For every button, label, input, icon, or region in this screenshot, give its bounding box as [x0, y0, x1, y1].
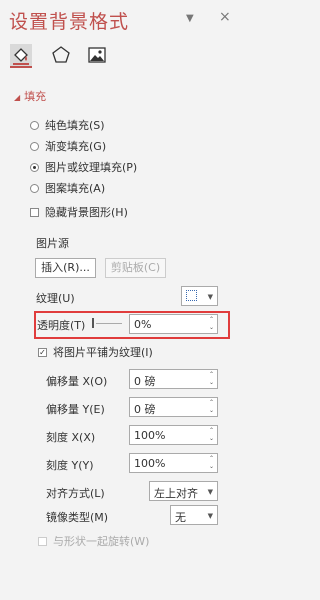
chevron-down-icon: ▼: [207, 293, 213, 301]
dropdown-value: 左上对齐: [154, 487, 198, 500]
offset-x-label: 偏移量 X(O): [46, 375, 108, 388]
radio-label: 图片或纹理填充(P): [45, 161, 138, 174]
picture-source-label: 图片源: [36, 237, 69, 250]
checkbox-rotate-with-shape[interactable]: 与形状一起旋转(W): [38, 533, 149, 549]
scale-y-spinner[interactable]: 100% ⌃ ⌄: [129, 453, 218, 473]
dropdown-value: 无: [175, 511, 186, 524]
texture-picker[interactable]: ▼: [181, 286, 218, 306]
spinner-arrows-icon[interactable]: ⌃ ⌄: [209, 427, 214, 443]
radio-circle: [30, 141, 39, 151]
radio-circle: [30, 183, 39, 193]
checkbox-label: 与形状一起旋转(W): [53, 535, 150, 548]
collapse-triangle-icon: ◢: [14, 93, 21, 102]
checkbox-tile-texture[interactable]: ✓ 将图片平铺为纹理(I): [38, 344, 153, 360]
spinner-arrows-icon[interactable]: ⌃ ⌄: [209, 455, 214, 471]
offset-y-spinner[interactable]: 0 磅 ⌃ ⌄: [129, 397, 218, 417]
section-fill-header[interactable]: ◢ 填充: [14, 88, 46, 104]
section-fill-label: 填充: [24, 90, 47, 103]
clipboard-button[interactable]: 剪贴板(C): [105, 258, 166, 278]
alignment-label: 对齐方式(L): [46, 487, 105, 500]
spinner-value: 0%: [134, 318, 152, 331]
offset-x-spinner[interactable]: 0 磅 ⌃ ⌄: [129, 369, 218, 389]
radio-solid-fill[interactable]: 纯色填充(S): [30, 117, 105, 133]
checkbox-box: ✓: [38, 347, 47, 357]
radio-label: 渐变填充(G): [45, 140, 107, 153]
radio-picture-fill[interactable]: 图片或纹理填充(P): [30, 159, 137, 175]
transparency-slider-thumb[interactable]: [92, 318, 94, 328]
chevron-down-icon: ▼: [207, 488, 213, 496]
checkbox-box: [38, 536, 47, 546]
spinner-value: 100%: [134, 429, 166, 442]
mirror-type-label: 镜像类型(M): [46, 511, 109, 524]
pentagon-effects-icon: [52, 46, 70, 63]
pin-down-icon[interactable]: ▼: [186, 13, 194, 24]
radio-circle: [30, 120, 39, 130]
scale-x-label: 刻度 X(X): [46, 431, 96, 444]
chevron-down-icon: ▼: [207, 512, 213, 520]
spinner-arrows-icon[interactable]: ⌃ ⌄: [209, 371, 214, 387]
radio-label: 图案填充(A): [45, 182, 106, 195]
spinner-arrows-icon[interactable]: ⌃ ⌄: [209, 399, 214, 415]
tab-fill[interactable]: [10, 44, 32, 68]
tab-effects[interactable]: [50, 44, 72, 66]
transparency-spinner[interactable]: 0% ⌃ ⌄: [129, 314, 218, 334]
insert-button[interactable]: 插入(R)...: [35, 258, 96, 278]
checkbox-label: 将图片平铺为纹理(I): [53, 346, 153, 359]
radio-pattern-fill[interactable]: 图案填充(A): [30, 180, 105, 196]
scale-y-label: 刻度 Y(Y): [46, 459, 94, 472]
checkbox-box: [30, 207, 39, 217]
checkbox-label: 隐藏背景图形(H): [45, 206, 128, 219]
offset-y-label: 偏移量 Y(E): [46, 403, 105, 416]
close-icon[interactable]: ×: [219, 9, 231, 25]
tab-picture[interactable]: [86, 44, 108, 66]
spinner-value: 100%: [134, 457, 166, 470]
fill-bucket-icon: [13, 48, 29, 65]
spinner-value: 0 磅: [134, 403, 156, 416]
transparency-label: 透明度(T): [37, 319, 86, 332]
texture-swatch-icon: [186, 290, 197, 301]
radio-label: 纯色填充(S): [45, 119, 105, 132]
spinner-arrows-icon[interactable]: ⌃ ⌄: [209, 316, 214, 332]
transparency-slider-track[interactable]: [96, 323, 122, 324]
radio-circle: [30, 162, 39, 172]
texture-label: 纹理(U): [36, 292, 75, 305]
radio-gradient-fill[interactable]: 渐变填充(G): [30, 138, 106, 154]
checkbox-hide-bg[interactable]: 隐藏背景图形(H): [30, 204, 128, 220]
mirror-type-dropdown[interactable]: 无 ▼: [170, 505, 218, 525]
pane-title: 设置背景格式: [9, 11, 130, 33]
scale-x-spinner[interactable]: 100% ⌃ ⌄: [129, 425, 218, 445]
picture-icon: [88, 47, 106, 63]
spinner-value: 0 磅: [134, 375, 156, 388]
alignment-dropdown[interactable]: 左上对齐 ▼: [149, 481, 218, 501]
